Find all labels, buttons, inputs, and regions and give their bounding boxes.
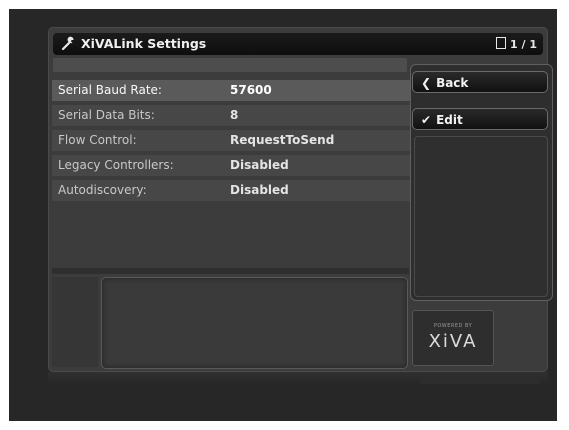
chevron-left-icon: ❮ xyxy=(421,76,432,90)
page-number: 1 / 1 xyxy=(510,38,537,51)
page-icon xyxy=(496,37,507,49)
setting-label: Legacy Controllers: xyxy=(58,158,174,172)
setting-value: Disabled xyxy=(230,158,289,172)
info-side xyxy=(52,277,98,367)
checkmark-icon: ✔ xyxy=(421,113,432,127)
setting-value: Disabled xyxy=(230,183,289,197)
bottom-reflection xyxy=(420,376,540,384)
powered-by-text: POWERED BY xyxy=(433,323,473,329)
info-box xyxy=(101,277,408,369)
page-title: XiVALink Settings xyxy=(81,36,207,51)
setting-row-autodiscovery[interactable]: Autodiscovery: Disabled xyxy=(52,180,412,201)
setting-value: 8 xyxy=(230,108,239,122)
setting-label: Autodiscovery: xyxy=(58,183,147,197)
settings-list: Serial Baud Rate: 57600 Serial Data Bits… xyxy=(52,80,412,205)
action-panel-inner xyxy=(414,136,548,297)
edit-button-label: Edit xyxy=(436,113,463,127)
setting-row-baud-rate[interactable]: Serial Baud Rate: 57600 xyxy=(52,80,412,101)
page-indicator: 1 / 1 xyxy=(496,37,537,52)
setting-label: Flow Control: xyxy=(58,133,137,147)
setting-row-legacy-controllers[interactable]: Legacy Controllers: Disabled xyxy=(52,155,412,176)
back-button-label: Back xyxy=(436,76,469,90)
setting-row-flow-control[interactable]: Flow Control: RequestToSend xyxy=(52,130,412,151)
setting-label: Serial Baud Rate: xyxy=(58,83,162,97)
list-footer xyxy=(52,268,409,274)
setting-value: 57600 xyxy=(230,83,272,97)
setting-value: RequestToSend xyxy=(230,133,335,147)
setting-label: Serial Data Bits: xyxy=(58,108,155,122)
setting-row-data-bits[interactable]: Serial Data Bits: 8 xyxy=(52,105,412,126)
edit-button[interactable]: ✔ Edit xyxy=(412,108,548,130)
title-bar: XiVALink Settings 1 / 1 xyxy=(53,33,543,55)
back-button[interactable]: ❮ Back xyxy=(412,71,548,93)
header-divider xyxy=(53,58,407,72)
brand-text: XiVA xyxy=(428,331,478,352)
xiva-logo: POWERED BY XiVA xyxy=(412,310,494,366)
wrench-icon xyxy=(61,36,74,51)
